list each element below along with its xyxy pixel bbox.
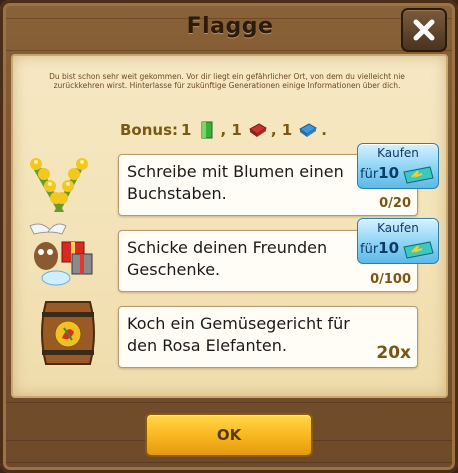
buy-button[interactable]: Kaufen für10 <box>357 218 439 264</box>
bonus-count: , 1 <box>270 121 293 139</box>
gifts-icon <box>29 223 93 286</box>
barrel-icon <box>41 301 95 365</box>
ok-label: OK <box>216 426 242 444</box>
buy-price: für10 <box>360 164 399 182</box>
close-icon <box>413 19 435 41</box>
task-text: Schreibe mit Blumen einen Buchstaben. <box>127 162 344 203</box>
buy-price-prefix: für <box>360 242 379 257</box>
bonus-row: Bonus: 1 , 1 , 1 . <box>120 118 330 142</box>
ok-button[interactable]: OK <box>145 413 313 457</box>
buy-price-value: 10 <box>378 239 400 257</box>
dialog-title: Flagge <box>186 13 274 39</box>
ticket-icon <box>403 166 434 184</box>
buy-price: für10 <box>360 239 399 257</box>
bonus-count: , 1 <box>220 121 242 139</box>
wood-grain <box>6 462 452 463</box>
green-material-icon <box>201 121 213 139</box>
buy-label: Kaufen <box>377 146 419 160</box>
buy-button[interactable]: Kaufen für10 <box>357 143 439 189</box>
task-progress: 0/20 <box>379 196 411 211</box>
task-progress: 20x <box>376 343 411 363</box>
intro-text: Du bist schon sehr weit gekommen. Vor di… <box>49 72 405 90</box>
task-text: Koch ein Gemüsegericht für den Rosa Elef… <box>127 314 350 355</box>
wood-grain <box>6 402 452 403</box>
bonus-count: 1 <box>181 121 192 139</box>
wood-grain <box>6 50 452 51</box>
bonus-end: . <box>321 121 327 139</box>
flowers-icon <box>30 158 88 212</box>
task-row: Koch ein Gemüsegericht für den Rosa Elef… <box>118 306 418 368</box>
buy-price-value: 10 <box>378 164 400 182</box>
task-text: Schicke deinen Freunden Geschenke. <box>127 238 328 279</box>
ticket-icon <box>403 241 434 259</box>
buy-label: Kaufen <box>377 221 419 235</box>
close-button[interactable] <box>401 8 447 52</box>
bonus-label: Bonus: <box>120 121 179 139</box>
task-progress: 0/100 <box>370 272 411 287</box>
title-banner: Flagge <box>110 6 350 46</box>
buy-price-prefix: für <box>360 167 379 182</box>
blue-material-icon <box>299 123 318 137</box>
red-material-icon <box>248 123 267 137</box>
